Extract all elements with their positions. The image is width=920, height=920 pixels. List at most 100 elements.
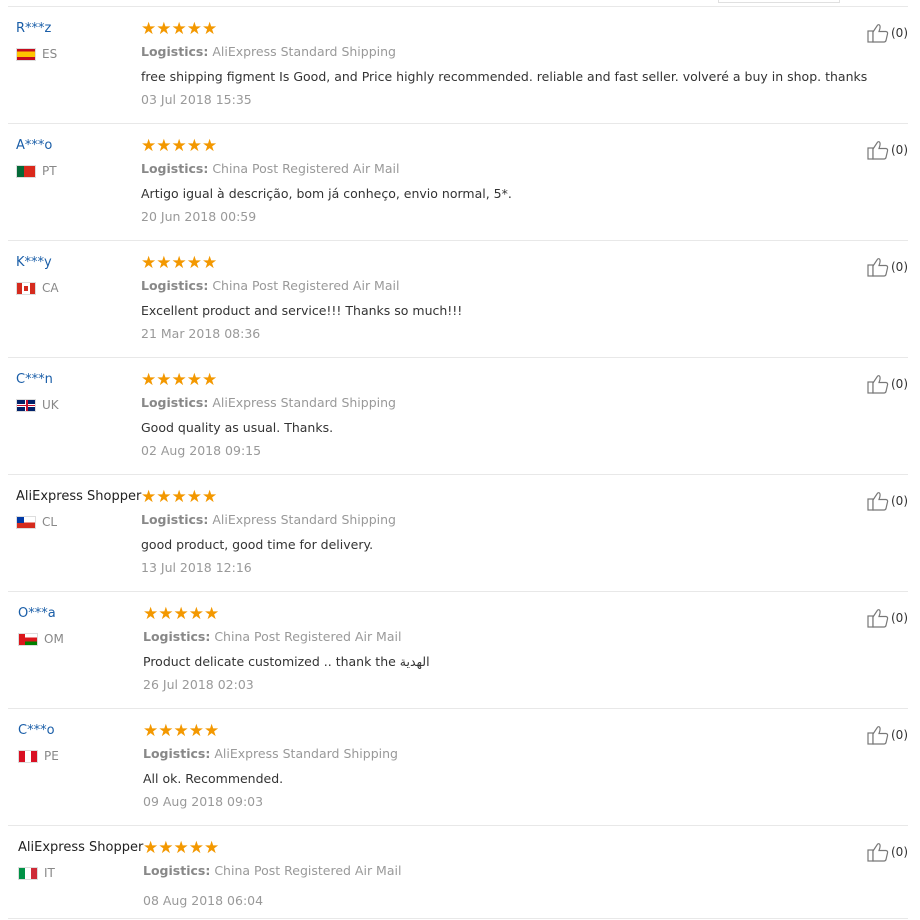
flag-cl-icon — [16, 515, 36, 529]
helpful-button[interactable]: (0) — [867, 140, 908, 160]
review-text: Product delicate customized .. thank the… — [143, 654, 430, 669]
logistics-method: China Post Registered Air Mail — [212, 161, 400, 176]
review-item: C***n UK ★★★★★ Logistics: AliExpress Sta… — [8, 358, 908, 475]
logistics-method: AliExpress Standard Shipping — [214, 746, 398, 761]
review-date: 02 Aug 2018 09:15 — [141, 443, 262, 458]
logistics-method: AliExpress Standard Shipping — [212, 395, 396, 410]
review-date: 20 Jun 2018 00:59 — [141, 209, 257, 224]
logistics-info: Logistics: AliExpress Standard Shipping — [141, 395, 396, 410]
flag-it-icon — [18, 866, 38, 880]
country-code: IT — [44, 866, 55, 880]
rating-stars: ★★★★★ — [143, 604, 220, 624]
flag-pt-icon — [16, 164, 36, 178]
reviewer-name[interactable]: O***a — [18, 606, 56, 621]
logistics-label: Logistics: — [141, 395, 209, 410]
helpful-button[interactable]: (0) — [867, 23, 908, 43]
logistics-method: China Post Registered Air Mail — [214, 863, 402, 878]
logistics-method: AliExpress Standard Shipping — [212, 44, 396, 59]
reviewer-country: UK — [16, 398, 59, 412]
reviewer-name[interactable]: R***z — [16, 21, 51, 36]
reviewer-country: PE — [18, 749, 59, 763]
helpful-button[interactable]: (0) — [867, 725, 908, 745]
reviewer-country: OM — [18, 632, 64, 646]
logistics-method: AliExpress Standard Shipping — [212, 512, 396, 527]
review-item: AliExpress Shopper IT ★★★★★ Logistics: C… — [8, 826, 908, 919]
review-date: 03 Jul 2018 15:35 — [141, 92, 252, 107]
logistics-info: Logistics: China Post Registered Air Mai… — [143, 863, 401, 878]
reviewer-name: AliExpress Shopper — [16, 489, 142, 504]
logistics-info: Logistics: China Post Registered Air Mai… — [143, 629, 401, 644]
helpful-button[interactable]: (0) — [867, 842, 908, 862]
reviewer-name[interactable]: K***y — [16, 255, 52, 270]
review-text: Artigo igual à descrição, bom já conheço… — [141, 186, 512, 201]
logistics-info: Logistics: AliExpress Standard Shipping — [141, 512, 396, 527]
helpful-button[interactable]: (0) — [867, 374, 908, 394]
flag-es-icon — [16, 47, 36, 61]
logistics-label: Logistics: — [143, 746, 211, 761]
logistics-info: Logistics: AliExpress Standard Shipping — [143, 746, 398, 761]
logistics-info: Logistics: China Post Registered Air Mai… — [141, 161, 399, 176]
helpful-button[interactable]: (0) — [867, 257, 908, 277]
country-code: PT — [42, 164, 57, 178]
reviewer-name[interactable]: C***o — [18, 723, 55, 738]
review-item: A***o PT ★★★★★ Logistics: China Post Reg… — [8, 124, 908, 241]
country-code: OM — [44, 632, 64, 646]
thumbs-up-icon — [867, 141, 889, 160]
logistics-method: China Post Registered Air Mail — [214, 629, 402, 644]
logistics-label: Logistics: — [141, 161, 209, 176]
rating-stars: ★★★★★ — [141, 136, 218, 156]
review-date: 09 Aug 2018 09:03 — [143, 794, 264, 809]
logistics-label: Logistics: — [143, 863, 211, 878]
helpful-count: (0) — [891, 494, 908, 508]
logistics-label: Logistics: — [141, 512, 209, 527]
reviewer-country: PT — [16, 164, 57, 178]
thumbs-up-icon — [867, 726, 889, 745]
helpful-count: (0) — [891, 143, 908, 157]
review-text: good product, good time for delivery. — [141, 537, 374, 552]
review-item: R***z ES ★★★★★ Logistics: AliExpress Sta… — [8, 7, 908, 124]
thumbs-up-icon — [867, 258, 889, 277]
rating-stars: ★★★★★ — [141, 487, 218, 507]
logistics-info: Logistics: AliExpress Standard Shipping — [141, 44, 396, 59]
reviewer-name[interactable]: A***o — [16, 138, 52, 153]
rating-stars: ★★★★★ — [143, 838, 220, 858]
logistics-label: Logistics: — [141, 44, 209, 59]
helpful-count: (0) — [891, 377, 908, 391]
helpful-button[interactable]: (0) — [867, 608, 908, 628]
country-code: CA — [42, 281, 59, 295]
review-text: free shipping figment Is Good, and Price… — [141, 69, 868, 84]
review-date: 13 Jul 2018 12:16 — [141, 560, 252, 575]
review-item: K***y CA ★★★★★ Logistics: China Post Reg… — [8, 241, 908, 358]
thumbs-up-icon — [867, 492, 889, 511]
review-date: 26 Jul 2018 02:03 — [143, 677, 254, 692]
review-item: AliExpress Shopper CL ★★★★★ Logistics: A… — [8, 475, 908, 592]
thumbs-up-icon — [867, 24, 889, 43]
thumbs-up-icon — [867, 375, 889, 394]
logistics-label: Logistics: — [143, 629, 211, 644]
helpful-count: (0) — [891, 26, 908, 40]
reviewer-country: ES — [16, 47, 57, 61]
reviewer-country: CL — [16, 515, 57, 529]
rating-stars: ★★★★★ — [141, 19, 218, 39]
review-text: Good quality as usual. Thanks. — [141, 420, 334, 435]
logistics-info: Logistics: China Post Registered Air Mai… — [141, 278, 399, 293]
country-code: CL — [42, 515, 58, 529]
logistics-method: China Post Registered Air Mail — [212, 278, 400, 293]
review-text: Excellent product and service!!! Thanks … — [141, 303, 463, 318]
helpful-button[interactable]: (0) — [867, 491, 908, 511]
reviewer-country: CA — [16, 281, 59, 295]
helpful-count: (0) — [891, 611, 908, 625]
review-date: 21 Mar 2018 08:36 — [141, 326, 261, 341]
reviewer-name[interactable]: C***n — [16, 372, 53, 387]
flag-uk-icon — [16, 398, 36, 412]
helpful-count: (0) — [891, 260, 908, 274]
country-code: UK — [42, 398, 59, 412]
flag-ca-icon — [16, 281, 36, 295]
review-item: C***o PE ★★★★★ Logistics: AliExpress Sta… — [8, 709, 908, 826]
rating-stars: ★★★★★ — [141, 253, 218, 273]
reviewer-country: IT — [18, 866, 55, 880]
country-code: PE — [44, 749, 59, 763]
review-text: All ok. Recommended. — [143, 771, 284, 786]
sort-dropdown-edge[interactable] — [718, 0, 840, 3]
reviewer-name: AliExpress Shopper — [18, 840, 144, 855]
